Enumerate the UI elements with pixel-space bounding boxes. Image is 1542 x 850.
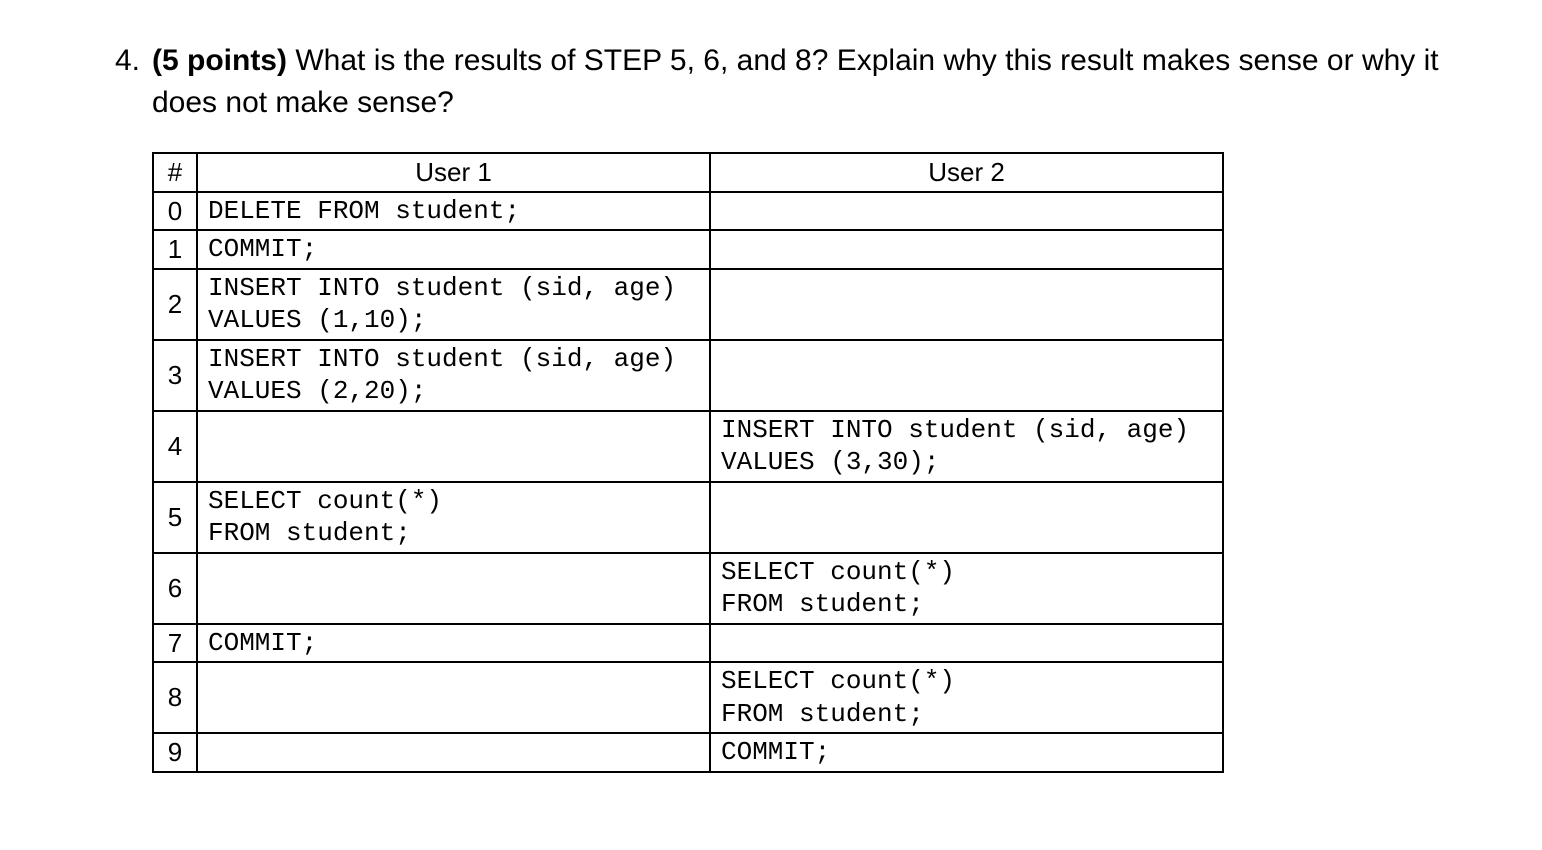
user2-sql: INSERT INTO student (sid, age) VALUES (3… bbox=[710, 411, 1223, 482]
table-row: 6 SELECT count(*) FROM student; bbox=[153, 553, 1223, 624]
user2-sql bbox=[710, 340, 1223, 411]
step-number: 8 bbox=[153, 662, 197, 733]
step-number: 6 bbox=[153, 553, 197, 624]
user1-sql: SELECT count(*) FROM student; bbox=[197, 482, 710, 553]
header-user1: User 1 bbox=[197, 153, 710, 192]
step-number: 5 bbox=[153, 482, 197, 553]
sql-steps-table: # User 1 User 2 0 DELETE FROM student; 1… bbox=[152, 152, 1224, 773]
table-row: 5 SELECT count(*) FROM student; bbox=[153, 482, 1223, 553]
user2-sql: SELECT count(*) FROM student; bbox=[710, 662, 1223, 733]
step-number: 3 bbox=[153, 340, 197, 411]
user1-sql: COMMIT; bbox=[197, 624, 710, 663]
user1-sql bbox=[197, 411, 710, 482]
user1-sql: INSERT INTO student (sid, age) VALUES (2… bbox=[197, 340, 710, 411]
user1-sql bbox=[197, 553, 710, 624]
user2-sql: SELECT count(*) FROM student; bbox=[710, 553, 1223, 624]
table-row: 2 INSERT INTO student (sid, age) VALUES … bbox=[153, 269, 1223, 340]
question-points: (5 points) bbox=[152, 44, 287, 77]
user2-sql bbox=[710, 482, 1223, 553]
table-row: 9 COMMIT; bbox=[153, 733, 1223, 772]
table-row: 3 INSERT INTO student (sid, age) VALUES … bbox=[153, 340, 1223, 411]
user2-sql bbox=[710, 192, 1223, 231]
step-number: 1 bbox=[153, 230, 197, 269]
user1-sql: COMMIT; bbox=[197, 230, 710, 269]
question-line: 4. (5 points) What is the results of STE… bbox=[90, 40, 1482, 124]
user1-sql: INSERT INTO student (sid, age) VALUES (1… bbox=[197, 269, 710, 340]
step-number: 2 bbox=[153, 269, 197, 340]
user2-sql bbox=[710, 230, 1223, 269]
page: 4. (5 points) What is the results of STE… bbox=[0, 0, 1542, 850]
user1-sql bbox=[197, 733, 710, 772]
user1-sql: DELETE FROM student; bbox=[197, 192, 710, 231]
table-row: 1 COMMIT; bbox=[153, 230, 1223, 269]
question-number: 4. bbox=[90, 40, 152, 82]
question-body: What is the results of STEP 5, 6, and 8?… bbox=[152, 44, 1439, 119]
step-number: 7 bbox=[153, 624, 197, 663]
table-row: 0 DELETE FROM student; bbox=[153, 192, 1223, 231]
user2-sql bbox=[710, 624, 1223, 663]
step-number: 4 bbox=[153, 411, 197, 482]
user2-sql: COMMIT; bbox=[710, 733, 1223, 772]
question-text: (5 points) What is the results of STEP 5… bbox=[152, 40, 1482, 124]
header-step-number: # bbox=[153, 153, 197, 192]
user1-sql bbox=[197, 662, 710, 733]
header-user2: User 2 bbox=[710, 153, 1223, 192]
sql-steps-table-wrap: # User 1 User 2 0 DELETE FROM student; 1… bbox=[152, 152, 1222, 773]
table-row: 8 SELECT count(*) FROM student; bbox=[153, 662, 1223, 733]
step-number: 0 bbox=[153, 192, 197, 231]
user2-sql bbox=[710, 269, 1223, 340]
step-number: 9 bbox=[153, 733, 197, 772]
table-row: 7 COMMIT; bbox=[153, 624, 1223, 663]
table-row: 4 INSERT INTO student (sid, age) VALUES … bbox=[153, 411, 1223, 482]
table-header-row: # User 1 User 2 bbox=[153, 153, 1223, 192]
question-block: 4. (5 points) What is the results of STE… bbox=[90, 40, 1482, 124]
